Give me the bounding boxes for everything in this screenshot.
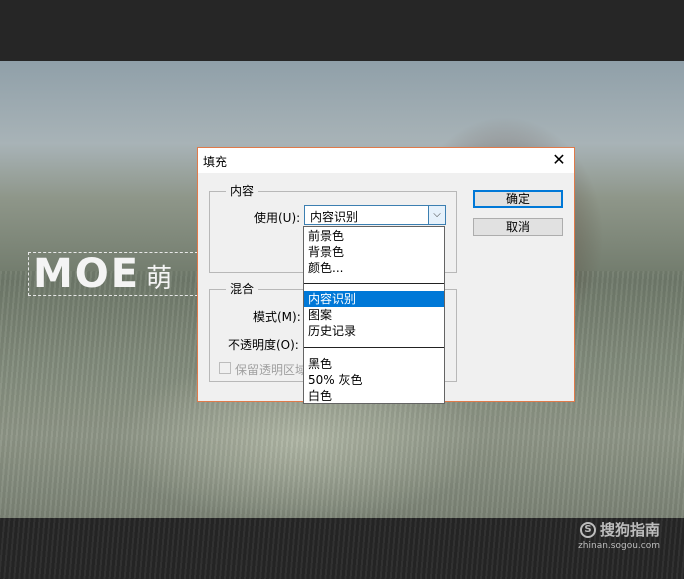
opacity-label: 不透明度(O): [228, 338, 299, 352]
dropdown-item-history[interactable]: 历史记录 [304, 323, 444, 339]
close-icon[interactable]: ✕ [548, 150, 570, 170]
dropdown-item-content-aware[interactable]: 内容识别 [304, 291, 444, 307]
chevron-down-icon[interactable]: ⌵ [428, 206, 445, 224]
dropdown-item-white[interactable]: 白色 [304, 388, 444, 404]
dropdown-item-black[interactable]: 黑色 [304, 356, 444, 372]
preserve-transparency-label: 保留透明区域 [235, 363, 305, 377]
sogou-logo-icon: S [579, 521, 596, 538]
mode-label: 模式(M): [253, 310, 301, 324]
dropdown-separator [304, 347, 444, 348]
watermark-brand: 搜狗指南 [599, 521, 660, 539]
text-layer-selection[interactable]: MOE 萌 [28, 252, 198, 296]
overlay-text-cn: 萌 [146, 264, 175, 294]
use-select-value: 内容识别 [310, 210, 359, 224]
dropdown-item-foreground[interactable]: 前景色 [304, 228, 444, 244]
blend-group-label: 混合 [226, 282, 259, 296]
use-dropdown-list: 前景色 背景色 颜色... 内容识别 图案 历史记录 黑色 50% 灰色 白色 [303, 226, 445, 404]
dropdown-item-background[interactable]: 背景色 [304, 244, 444, 260]
dropdown-item-color[interactable]: 颜色... [304, 260, 444, 276]
sogou-watermark: S 搜狗指南 zhinan.sogou.com [578, 519, 660, 551]
cancel-button[interactable]: 取消 [473, 218, 563, 236]
content-group-label: 内容 [226, 184, 259, 198]
dropdown-separator [304, 283, 444, 284]
dialog-title: 填充 [203, 155, 228, 169]
dropdown-item-pattern[interactable]: 图案 [304, 307, 444, 323]
use-label: 使用(U): [254, 211, 301, 225]
use-select[interactable]: 内容识别 ⌵ [304, 205, 446, 225]
watermark-url: zhinan.sogou.com [578, 541, 660, 551]
ok-button[interactable]: 确定 [473, 190, 563, 208]
overlay-text-latin: MOE [33, 252, 141, 296]
preserve-transparency-checkbox[interactable] [219, 362, 231, 374]
dropdown-item-gray50[interactable]: 50% 灰色 [304, 372, 444, 388]
dialog-titlebar[interactable]: 填充 ✕ [198, 148, 574, 173]
